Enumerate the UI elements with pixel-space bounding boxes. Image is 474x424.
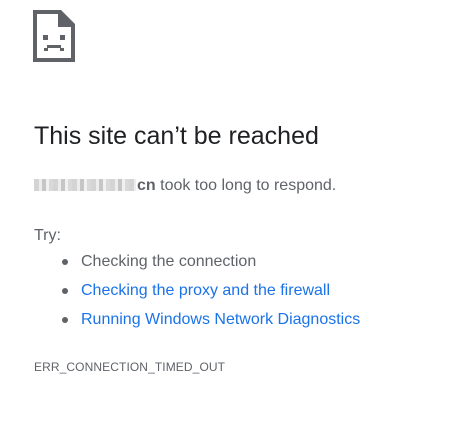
error-page: This site can’t be reached cn took too l…: [0, 0, 474, 424]
suggestion-list: Checking the connection Checking the pro…: [60, 252, 360, 339]
suggestion-check-proxy-firewall[interactable]: Checking the proxy and the firewall: [60, 281, 360, 310]
bullet-icon: [62, 288, 68, 294]
page-title: This site can’t be reached: [34, 122, 319, 150]
suggestion-label: Checking the connection: [81, 253, 257, 270]
bullet-icon: [62, 259, 68, 265]
suggestion-network-diagnostics[interactable]: Running Windows Network Diagnostics: [60, 310, 360, 339]
check-proxy-firewall-link[interactable]: Checking the proxy and the firewall: [81, 282, 330, 299]
error-message: cn took too long to respond.: [34, 176, 336, 196]
network-diagnostics-link[interactable]: Running Windows Network Diagnostics: [81, 311, 360, 328]
bullet-icon: [62, 317, 68, 323]
error-code: ERR_CONNECTION_TIMED_OUT: [34, 360, 226, 374]
suggestion-check-connection: Checking the connection: [60, 252, 360, 281]
error-message-text: took too long to respond.: [155, 177, 337, 194]
redacted-domain: [34, 179, 136, 191]
sad-page-icon: [33, 10, 75, 62]
domain-suffix: cn: [137, 177, 156, 194]
try-label: Try:: [34, 227, 61, 244]
